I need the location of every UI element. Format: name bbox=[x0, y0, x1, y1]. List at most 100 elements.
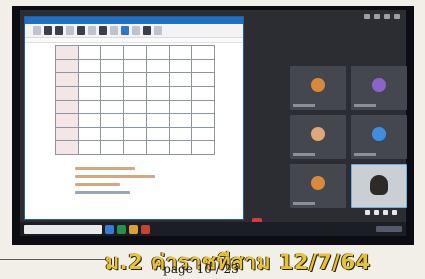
table-cell[interactable] bbox=[145, 126, 170, 142]
participant-tile[interactable] bbox=[290, 66, 346, 110]
participant-gallery bbox=[290, 66, 407, 222]
avatar bbox=[311, 127, 325, 141]
table-cell[interactable] bbox=[145, 113, 170, 128]
table-cell[interactable] bbox=[100, 140, 125, 155]
table-cell[interactable] bbox=[191, 126, 215, 142]
table-cell[interactable] bbox=[123, 45, 147, 60]
table-cell[interactable] bbox=[123, 140, 147, 155]
mic-icon[interactable] bbox=[365, 210, 370, 215]
table-cell[interactable] bbox=[191, 72, 215, 87]
table-cell[interactable] bbox=[191, 85, 215, 101]
table-cell[interactable] bbox=[55, 58, 79, 74]
avatar bbox=[372, 127, 386, 141]
table-cell[interactable] bbox=[168, 72, 193, 87]
table-cell[interactable] bbox=[55, 99, 79, 115]
participant-name bbox=[354, 153, 376, 156]
table-cell[interactable] bbox=[100, 72, 125, 87]
table-cell[interactable] bbox=[55, 140, 79, 155]
taskbar-app-icon[interactable] bbox=[117, 224, 126, 234]
participant-tile[interactable] bbox=[351, 115, 407, 159]
toolbar-icon[interactable] bbox=[374, 13, 380, 19]
table-cell[interactable] bbox=[100, 85, 125, 101]
table-cell[interactable] bbox=[168, 99, 193, 115]
table-cell[interactable] bbox=[100, 126, 125, 142]
table-cell[interactable] bbox=[100, 58, 125, 74]
table-cell[interactable] bbox=[77, 140, 102, 155]
taskbar-app-icon[interactable] bbox=[129, 224, 138, 234]
taskbar-search[interactable] bbox=[24, 224, 102, 234]
participant-tile[interactable] bbox=[290, 164, 346, 208]
table-cell[interactable] bbox=[55, 85, 79, 101]
ribbon-button[interactable] bbox=[55, 26, 63, 35]
table-cell[interactable] bbox=[77, 58, 102, 74]
table-cell[interactable] bbox=[100, 113, 125, 128]
avatar bbox=[372, 78, 386, 92]
table-cell[interactable] bbox=[168, 85, 193, 101]
table-cell[interactable] bbox=[77, 85, 102, 101]
table-cell[interactable] bbox=[191, 45, 215, 60]
table-cell[interactable] bbox=[168, 58, 193, 74]
table-cell[interactable] bbox=[77, 99, 102, 115]
toolbar-icon[interactable] bbox=[364, 13, 370, 19]
system-tray[interactable] bbox=[376, 226, 402, 232]
ribbon-button[interactable] bbox=[121, 26, 129, 35]
table-cell[interactable] bbox=[145, 85, 170, 101]
table-cell[interactable] bbox=[168, 113, 193, 128]
participant-video-tile[interactable] bbox=[351, 164, 407, 208]
share-icon[interactable] bbox=[383, 210, 388, 215]
table-cell[interactable] bbox=[123, 58, 147, 74]
table-cell[interactable] bbox=[100, 99, 125, 115]
table-cell[interactable] bbox=[145, 45, 170, 60]
ribbon-button[interactable] bbox=[132, 26, 140, 35]
ribbon-button[interactable] bbox=[110, 26, 118, 35]
toolbar-icon[interactable] bbox=[384, 13, 390, 19]
captured-screen bbox=[20, 10, 407, 236]
table-cell[interactable] bbox=[123, 113, 147, 128]
camera-icon[interactable] bbox=[374, 210, 379, 215]
ribbon-button[interactable] bbox=[88, 26, 96, 35]
participant-tile[interactable] bbox=[290, 115, 346, 159]
participant-tile[interactable] bbox=[351, 66, 407, 110]
table-cell[interactable] bbox=[55, 72, 79, 87]
table-cell[interactable] bbox=[123, 126, 147, 142]
table-cell[interactable] bbox=[168, 140, 193, 155]
table-cell[interactable] bbox=[77, 72, 102, 87]
meeting-toolbar bbox=[230, 10, 406, 22]
taskbar-app-icon[interactable] bbox=[105, 224, 114, 234]
ribbon-button[interactable] bbox=[154, 26, 162, 35]
taskbar-app-icon[interactable] bbox=[141, 224, 150, 234]
toolbar-icon[interactable] bbox=[394, 13, 400, 19]
formula-bar[interactable] bbox=[25, 38, 243, 43]
table-cell[interactable] bbox=[145, 72, 170, 87]
table-cell[interactable] bbox=[77, 126, 102, 142]
table-cell[interactable] bbox=[100, 45, 125, 60]
window-title-bar bbox=[25, 17, 243, 24]
table-cell[interactable] bbox=[191, 140, 215, 155]
table-cell[interactable] bbox=[145, 140, 170, 155]
table-cell[interactable] bbox=[191, 99, 215, 115]
table-cell[interactable] bbox=[123, 72, 147, 87]
ribbon-button[interactable] bbox=[66, 26, 74, 35]
ribbon-button[interactable] bbox=[143, 26, 151, 35]
table-cell[interactable] bbox=[191, 113, 215, 128]
table-cell[interactable] bbox=[55, 113, 79, 128]
table-cell[interactable] bbox=[145, 58, 170, 74]
table-cell[interactable] bbox=[55, 126, 79, 142]
avatar bbox=[311, 78, 325, 92]
table-cell[interactable] bbox=[123, 99, 147, 115]
avatar bbox=[311, 176, 325, 190]
table-cell[interactable] bbox=[77, 113, 102, 128]
table-cell[interactable] bbox=[123, 85, 147, 101]
table-cell[interactable] bbox=[55, 45, 79, 60]
table-cell[interactable] bbox=[168, 126, 193, 142]
participant-name bbox=[354, 104, 376, 107]
table-cell[interactable] bbox=[145, 99, 170, 115]
ribbon-button[interactable] bbox=[33, 26, 41, 35]
table-cell[interactable] bbox=[168, 45, 193, 60]
more-icon[interactable] bbox=[392, 210, 397, 215]
table-cell[interactable] bbox=[191, 58, 215, 74]
ribbon-button[interactable] bbox=[77, 26, 85, 35]
ribbon-button[interactable] bbox=[99, 26, 107, 35]
ribbon-button[interactable] bbox=[44, 26, 52, 35]
table-cell[interactable] bbox=[77, 45, 102, 60]
